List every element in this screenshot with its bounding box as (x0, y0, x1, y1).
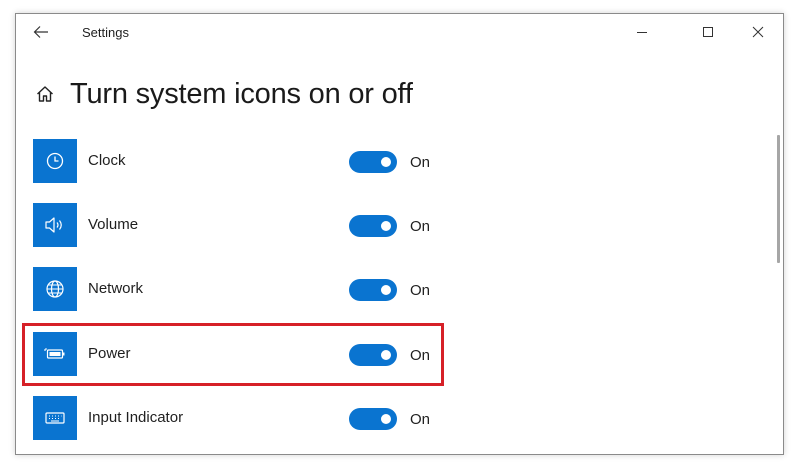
toggle-knob (381, 285, 391, 295)
minimize-icon (637, 32, 647, 33)
setting-label-input-indicator: Input Indicator (88, 409, 184, 426)
toggle-state-volume: On (410, 218, 431, 235)
back-arrow-icon (33, 26, 48, 38)
toggle-knob (381, 350, 391, 360)
close-icon (752, 26, 764, 38)
maximize-button[interactable] (686, 18, 730, 46)
toggle-state-input-indicator: On (410, 411, 431, 428)
toggle-power[interactable] (349, 344, 397, 366)
window-title: Settings (82, 25, 129, 40)
setting-row-network: Network On (33, 267, 453, 311)
minimize-button[interactable] (620, 18, 664, 46)
setting-row-volume: Volume On (33, 203, 453, 247)
input-indicator-tile (33, 396, 77, 440)
close-button[interactable] (736, 18, 780, 46)
setting-row-clock: Clock On (33, 139, 453, 183)
globe-icon (46, 280, 64, 298)
setting-row-input-indicator: Input Indicator On (33, 396, 453, 440)
setting-label-clock: Clock (88, 152, 126, 169)
title-bar: Settings (16, 14, 783, 50)
settings-window: Settings Turn system icons on or off Clo… (15, 13, 784, 455)
toggle-knob (381, 414, 391, 424)
page-header: Turn system icons on or off (34, 76, 413, 112)
clock-tile (33, 139, 77, 183)
toggle-state-network: On (410, 282, 431, 299)
power-tile (33, 332, 77, 376)
network-tile (33, 267, 77, 311)
home-icon[interactable] (34, 83, 56, 105)
toggle-knob (381, 157, 391, 167)
setting-label-network: Network (88, 280, 144, 297)
battery-icon (44, 348, 65, 359)
toggle-network[interactable] (349, 279, 397, 301)
setting-label-power: Power (88, 345, 131, 362)
toggle-volume[interactable] (349, 215, 397, 237)
setting-row-power: Power On (33, 332, 453, 376)
toggle-knob (381, 221, 391, 231)
maximize-icon (703, 27, 713, 37)
toggle-state-clock: On (410, 154, 431, 171)
keyboard-icon (45, 412, 65, 424)
speaker-icon (45, 217, 62, 233)
toggle-input-indicator[interactable] (349, 408, 397, 430)
volume-tile (33, 203, 77, 247)
toggle-clock[interactable] (349, 151, 397, 173)
toggle-state-power: On (410, 347, 431, 364)
page-title: Turn system icons on or off (70, 77, 413, 110)
clock-icon (46, 152, 64, 170)
back-button[interactable] (29, 22, 53, 42)
setting-label-volume: Volume (88, 216, 139, 233)
vertical-scrollbar[interactable] (777, 135, 780, 263)
